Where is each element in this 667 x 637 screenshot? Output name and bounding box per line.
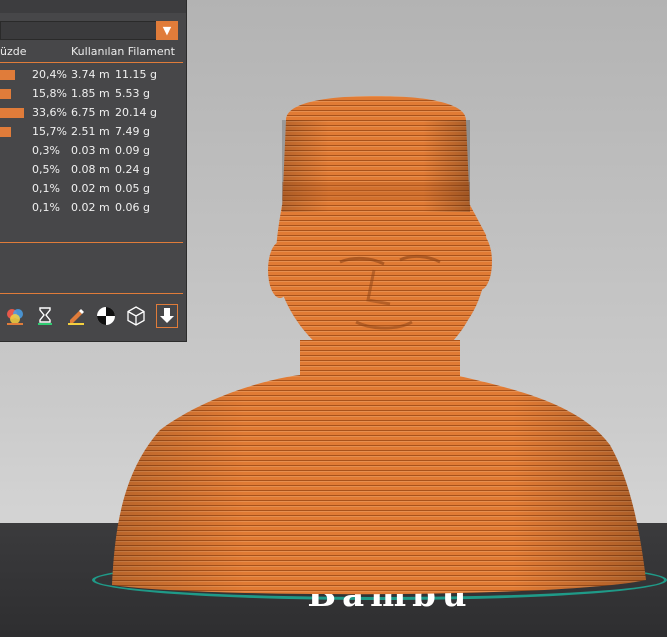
view-type-dropdown[interactable]: ▼ [0,21,178,40]
row-weight: 0.05 g [115,182,150,195]
row-length: 2.51 m [71,125,110,138]
row-percent: 0,5% [32,163,60,176]
header-used-filament: Kullanılan Filament [71,45,175,58]
row-percent: 0,1% [32,182,60,195]
color-palette-icon[interactable] [4,304,26,328]
pencil-edit-icon[interactable] [65,304,87,328]
toolbar-divider [0,293,183,294]
row-weight: 7.49 g [115,125,150,138]
row-weight: 11.15 g [115,68,157,81]
row-length: 3.74 m [71,68,110,81]
header-percent: üzde [0,45,27,58]
row-length: 0.02 m [71,201,110,214]
filament-row: 0,1% 0.02 m 0.06 g [0,199,186,218]
row-percent: 20,4% [32,68,67,81]
row-percent: 0,3% [32,144,60,157]
usage-bar [0,127,11,137]
panel-divider [0,242,183,243]
filament-row: 20,4% 3.74 m 11.15 g [0,66,186,85]
filament-row: 15,7% 2.51 m 7.49 g [0,123,186,142]
wireframe-cube-icon[interactable] [125,304,147,328]
filament-row: 0,5% 0.08 m 0.24 g [0,161,186,180]
filament-usage-panel: ▼ üzde Kullanılan Filament 20,4% 3.74 m 11… [0,0,187,342]
row-weight: 0.24 g [115,163,150,176]
model-shape [112,96,646,595]
filament-row: 15,8% 1.85 m 5.53 g [0,85,186,104]
row-length: 0.03 m [71,144,110,157]
row-length: 6.75 m [71,106,110,119]
row-weight: 0.09 g [115,144,150,157]
filament-row: 0,3% 0.03 m 0.09 g [0,142,186,161]
header-divider [0,62,183,63]
panel-top-strip [0,0,186,13]
hourglass-icon[interactable] [34,304,56,328]
row-weight: 20.14 g [115,106,157,119]
usage-bar [0,89,11,99]
row-length: 0.02 m [71,182,110,195]
row-length: 0.08 m [71,163,110,176]
download-arrow-icon[interactable] [156,304,178,328]
row-percent: 33,6% [32,106,67,119]
row-percent: 15,8% [32,87,67,100]
usage-bar [0,108,24,118]
row-weight: 0.06 g [115,201,150,214]
filament-row: 33,6% 6.75 m 20.14 g [0,104,186,123]
row-percent: 15,7% [32,125,67,138]
usage-bar [0,70,15,80]
dropdown-chevron-icon[interactable]: ▼ [156,21,178,40]
row-percent: 0,1% [32,201,60,214]
filament-row: 0,1% 0.02 m 0.05 g [0,180,186,199]
row-weight: 5.53 g [115,87,150,100]
row-length: 1.85 m [71,87,110,100]
contrast-circle-icon[interactable] [95,304,117,328]
